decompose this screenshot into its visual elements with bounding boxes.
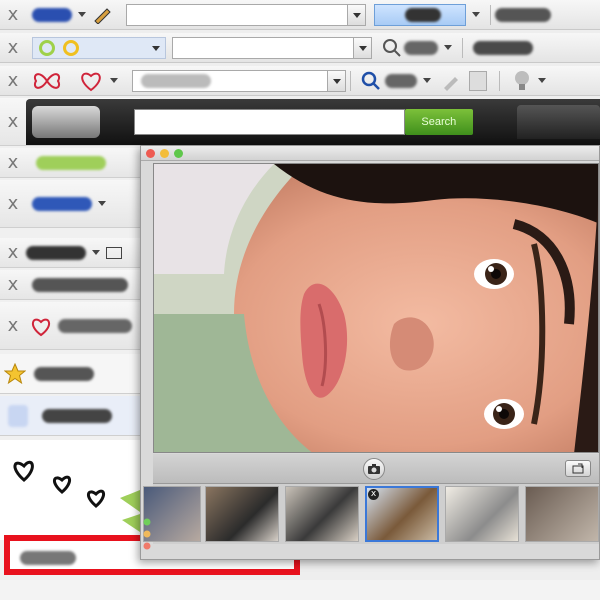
chevron-down-icon[interactable] [423,78,431,83]
thumbnail[interactable] [445,486,519,542]
toolbar-icon[interactable] [385,73,417,88]
chevron-down-icon[interactable] [92,250,100,255]
share-icon [572,463,584,474]
window-titlebar[interactable] [141,146,599,161]
thumbnail-strip: x [143,484,599,544]
chevron-down-icon[interactable] [110,78,118,83]
camera-icon [368,464,380,474]
left-row-5: x [0,270,140,300]
thumbnail[interactable] [205,486,279,542]
chevron-down-icon[interactable] [444,45,452,50]
toolbar-dropdown-2[interactable] [32,36,166,59]
toolbar-icon[interactable] [36,155,106,170]
toolbar-icon[interactable] [473,40,533,55]
photo-preview [153,163,599,453]
thumbnail[interactable] [285,486,359,542]
logo [32,106,100,138]
bottom-area [0,580,600,600]
pencil-icon[interactable] [441,71,461,91]
search-icon[interactable] [361,71,381,91]
toolbar-icon[interactable] [34,366,94,381]
zoom-window-button[interactable] [174,149,183,158]
close-window-button[interactable] [146,149,155,158]
chevron-down-icon[interactable] [538,78,546,83]
toolbar-icon[interactable] [8,404,28,427]
search-icon[interactable] [382,38,402,58]
status-dots [143,516,151,556]
left-row-7 [0,354,140,394]
toolbar-button[interactable] [516,105,600,139]
separator [499,70,500,91]
close-icon[interactable]: x [0,315,26,336]
document-icon[interactable] [469,70,487,91]
close-icon[interactable]: x [0,274,26,295]
toolbar-icon[interactable] [32,7,72,22]
chevron-down-icon[interactable] [78,12,86,17]
left-row-6: x [0,302,140,350]
browser-search-bar: Search [26,99,600,145]
photo-booth-window: x [140,145,600,560]
toolbar-row-3: x [0,66,600,96]
close-icon[interactable]: x [0,111,26,132]
toolbar-icon[interactable] [58,318,132,333]
heart-icon[interactable] [30,315,52,337]
mail-icon[interactable] [106,246,122,259]
toolbar-search-box[interactable] [374,3,466,26]
toolbar-icon[interactable] [26,245,86,260]
thumbnail-selected[interactable]: x [365,486,439,542]
toolbar-dropdown-4[interactable] [132,69,346,92]
close-icon[interactable]: x [0,242,26,263]
share-button[interactable] [565,460,591,477]
camera-button[interactable] [363,458,385,480]
close-icon[interactable]: x [0,4,26,25]
toolbar-icon[interactable] [32,196,92,211]
butterfly-icon[interactable] [32,70,62,92]
pencil-icon[interactable] [92,6,114,25]
toolbar-dropdown-3[interactable] [172,36,372,59]
toolbar-icon[interactable] [32,277,128,292]
close-icon[interactable]: x [0,193,26,214]
search-input[interactable] [133,109,405,135]
separator [490,4,491,25]
close-icon[interactable]: x [0,70,26,91]
close-icon[interactable]: x [0,152,26,173]
heart-icon[interactable] [78,70,104,92]
left-row-3: x [0,180,140,228]
screen: x x x x x x x x x Search x [0,0,600,600]
lightbulb-icon[interactable] [512,70,532,92]
left-row-4: x [0,238,140,268]
toolbar-icon[interactable] [42,408,112,423]
chevron-down-icon[interactable] [472,12,480,17]
separator [462,37,463,58]
close-icon[interactable]: x [0,37,26,58]
minimize-window-button[interactable] [160,149,169,158]
separator [350,70,351,91]
toolbar-icon[interactable] [495,7,551,22]
toolbar-dropdown-1[interactable] [126,3,366,26]
remove-thumbnail-icon[interactable]: x [368,489,379,500]
toolbar-icon[interactable] [404,40,438,55]
doodle-area [0,440,140,540]
thumbnail[interactable] [525,486,599,542]
search-button[interactable]: Search [404,109,473,135]
photo-controls-bar [153,454,599,484]
left-row-8 [0,396,140,436]
thumbnail[interactable] [143,486,201,542]
toolbar-row-1: x [0,0,600,30]
toolbar-row-2: x [0,33,600,63]
star-icon[interactable] [3,362,27,385]
chevron-down-icon[interactable] [98,201,106,206]
left-row-2: x [0,148,140,178]
